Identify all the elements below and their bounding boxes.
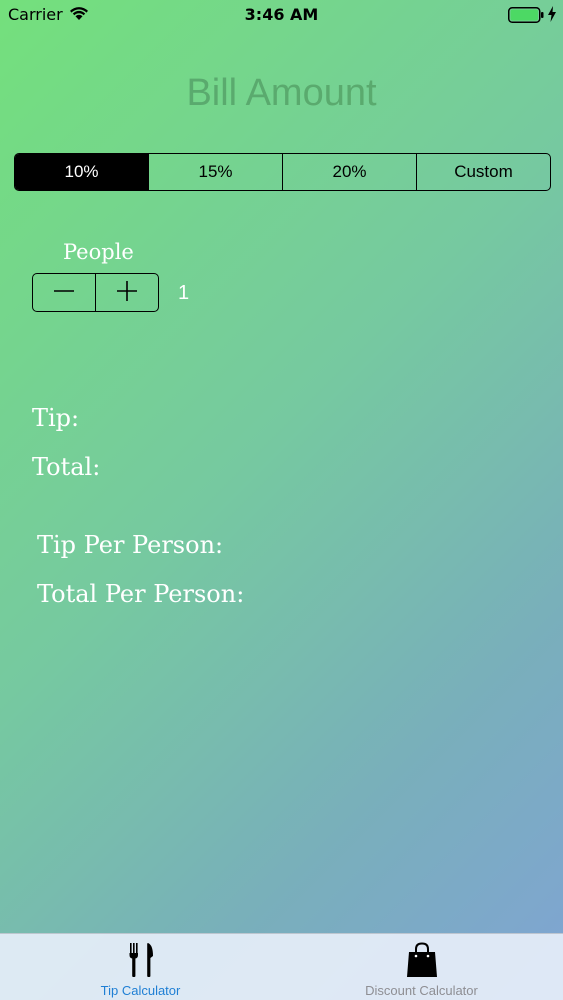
- tab-tip-calculator[interactable]: Tip Calculator: [0, 934, 281, 1000]
- bill-amount-field[interactable]: Bill Amount: [0, 72, 563, 115]
- shopping-bag-icon: [281, 942, 562, 978]
- total-per-person-label: Total Per Person:: [37, 580, 245, 608]
- charging-bolt-icon: [547, 6, 557, 26]
- tip-percentage-selector: 10% 15% 20% Custom: [14, 153, 551, 191]
- tab-bar: Tip Calculator Discount Calculator: [0, 933, 563, 1000]
- people-count: 1: [178, 282, 190, 304]
- tab-discount-calculator[interactable]: Discount Calculator: [281, 934, 562, 1000]
- people-stepper: [32, 273, 159, 312]
- tip-label: Tip:: [32, 404, 80, 432]
- tip-segment-10[interactable]: 10%: [15, 154, 149, 190]
- increment-button[interactable]: [95, 274, 158, 311]
- decrement-button[interactable]: [33, 274, 95, 311]
- tip-per-person-label: Tip Per Person:: [37, 531, 224, 559]
- fork-knife-icon: [0, 942, 281, 978]
- tip-segment-15[interactable]: 15%: [149, 154, 283, 190]
- plus-icon: [116, 280, 138, 306]
- status-bar: Carrier 3:46 AM: [0, 0, 563, 30]
- tip-segment-20[interactable]: 20%: [283, 154, 417, 190]
- battery-icon: [508, 7, 544, 27]
- people-label: People: [63, 240, 134, 264]
- tab-discount-calculator-label: Discount Calculator: [365, 983, 478, 998]
- minus-icon: [53, 280, 75, 306]
- tab-tip-calculator-label: Tip Calculator: [100, 983, 181, 998]
- tip-segment-custom[interactable]: Custom: [417, 154, 550, 190]
- total-label: Total:: [32, 453, 101, 481]
- status-time: 3:46 AM: [244, 5, 319, 24]
